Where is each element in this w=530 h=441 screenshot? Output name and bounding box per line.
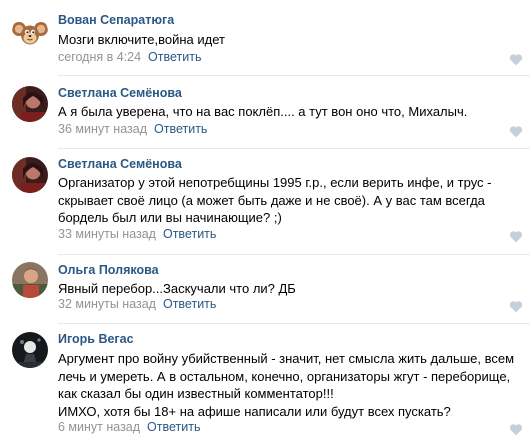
heart-icon[interactable]	[509, 423, 523, 436]
comment: Игорь Вегас Аргумент про войну убийствен…	[0, 324, 530, 441]
comments-feed: Вован Сепаратюга Мозги включите,война ид…	[0, 0, 530, 441]
comment-text-line: Явный перебор...Заскучали что ли? ДБ	[58, 281, 296, 296]
comment-text-line: бордель был или вы начинающие? ;)	[58, 210, 282, 225]
heart-icon[interactable]	[509, 125, 523, 138]
comment: Светлана Семёнова А я была уверена, что …	[0, 76, 530, 148]
comment-meta: 6 минут назад Ответить	[58, 420, 200, 434]
heart-icon[interactable]	[509, 53, 523, 66]
reply-button[interactable]: Ответить	[163, 297, 216, 311]
comment-author[interactable]: Ольга Полякова	[58, 263, 159, 277]
comment-time[interactable]: 32 минуты назад	[58, 297, 156, 311]
reply-button[interactable]: Ответить	[154, 122, 207, 136]
comment-author[interactable]: Светлана Семёнова	[58, 157, 182, 171]
comment-author[interactable]: Светлана Семёнова	[58, 86, 182, 100]
comment-text-line: ИМХО, хотя бы 18+ на афише написали или …	[58, 403, 451, 419]
comment-time[interactable]: сегодня в 4:24	[58, 50, 141, 64]
user-photo-avatar-icon[interactable]	[12, 262, 48, 298]
comment-meta: 32 минуты назад Ответить	[58, 297, 216, 311]
comment-meta: сегодня в 4:24 Ответить	[58, 50, 201, 64]
comment-time[interactable]: 36 минут назад	[58, 122, 147, 136]
comment: Светлана Семёнова Организатор у этой неп…	[0, 149, 530, 254]
reply-button[interactable]: Ответить	[148, 50, 201, 64]
user-photo-avatar-icon[interactable]	[12, 332, 48, 368]
comment-time[interactable]: 33 минуты назад	[58, 227, 156, 241]
comment-text-line: как сказал бы один известный комментатор…	[58, 386, 334, 401]
comment-text: Аргумент про войну убийственный - значит…	[58, 350, 515, 420]
comment-text: Организатор у этой непотребщины 1995 г.р…	[58, 174, 503, 227]
user-photo-avatar-icon[interactable]	[12, 86, 48, 122]
comment-text-line: Организатор у этой непотребщины 1995 г.р…	[58, 175, 492, 190]
comment-meta: 33 минуты назад Ответить	[58, 227, 216, 241]
comment-author[interactable]: Вован Сепаратюга	[58, 13, 174, 27]
user-photo-avatar-icon[interactable]	[12, 157, 48, 193]
comment-text: Мозги включите,война идет	[58, 31, 503, 49]
cheburashka-avatar-icon[interactable]	[12, 14, 48, 50]
comment-text-line: скрывает своё лицо (а может быть даже и …	[58, 192, 485, 208]
comment-text-line: Аргумент про войну убийственный - значит…	[58, 351, 515, 366]
reply-button[interactable]: Ответить	[147, 420, 200, 434]
comment-text-line: лечь и умереть. А в остальном, конечно, …	[58, 368, 511, 384]
comment-meta: 36 минут назад Ответить	[58, 122, 207, 136]
comment-author[interactable]: Игорь Вегас	[58, 332, 134, 346]
comment-text-line: Мозги включите,война идет	[58, 32, 225, 47]
heart-icon[interactable]	[509, 230, 523, 243]
comment-time[interactable]: 6 минут назад	[58, 420, 140, 434]
comment-text-line: А я была уверена, что на вас поклёп.... …	[58, 104, 468, 119]
reply-button[interactable]: Ответить	[163, 227, 216, 241]
comment-text: Явный перебор...Заскучали что ли? ДБ	[58, 280, 503, 298]
comment-text: А я была уверена, что на вас поклёп.... …	[58, 103, 503, 121]
comment: Ольга Полякова Явный перебор...Заскучали…	[0, 255, 530, 323]
comment: Вован Сепаратюга Мозги включите,война ид…	[0, 0, 530, 75]
heart-icon[interactable]	[509, 300, 523, 313]
